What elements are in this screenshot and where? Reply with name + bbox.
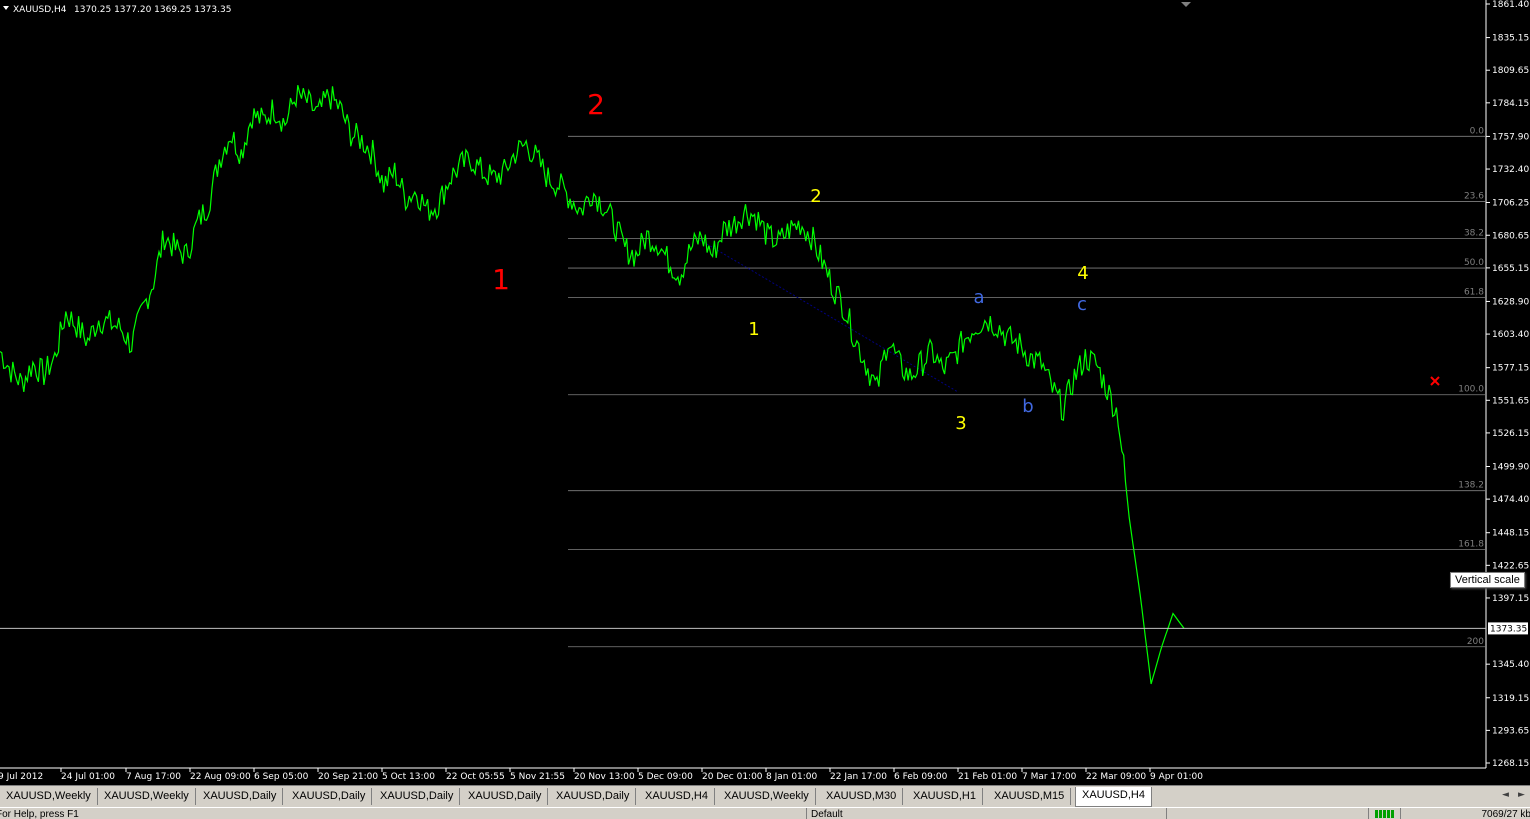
price-tick-label: 1422.65 — [1492, 561, 1529, 571]
time-tick-label: 20 Dec 01:00 — [702, 772, 763, 782]
price-tick-label: 1809.65 — [1492, 66, 1529, 76]
fibonacci-retracement[interactable]: 0.0 23.6 38.2 50.0 61.8 100.0 138.2 161.8 200 — [568, 126, 1486, 648]
trend-line[interactable] — [699, 239, 959, 393]
price-tick-label: 1577.15 — [1492, 364, 1529, 374]
price-tick-label: 1474.40 — [1492, 495, 1529, 505]
price-tick-label: 1732.40 — [1492, 165, 1529, 175]
tab-chart[interactable]: XAUUSD,M30 — [820, 788, 904, 805]
fib-level-label: 161.8 — [1458, 540, 1484, 550]
status-traffic: 7069/27 kb — [1400, 808, 1530, 819]
price-tick-label: 1680.65 — [1492, 231, 1529, 241]
price-tick-label: 1397.15 — [1492, 594, 1529, 604]
wave-label-red[interactable]: 1 — [492, 263, 510, 296]
fib-level-label: 200 — [1467, 637, 1484, 647]
tab-chart[interactable]: XAUUSD,Weekly — [98, 788, 196, 805]
price-tick-label: 1319.15 — [1492, 694, 1529, 704]
price-tick-label: 1293.65 — [1492, 726, 1529, 736]
price-tick-label: 1757.90 — [1492, 132, 1529, 142]
time-tick-label: 21 Feb 01:00 — [958, 772, 1017, 782]
status-profile: Default — [806, 808, 843, 819]
time-tick-label: 6 Sep 05:00 — [254, 772, 309, 782]
wave-label-yellow[interactable]: 1 — [748, 319, 759, 340]
wave-label-yellow[interactable]: 3 — [955, 413, 966, 434]
red-x-icon[interactable] — [1430, 376, 1440, 386]
time-tick-label: 5 Oct 13:00 — [382, 772, 435, 782]
tab-chart[interactable]: XAUUSD,H4 — [639, 788, 715, 805]
time-tick-label: 6 Feb 09:00 — [894, 772, 948, 782]
status-help: For Help, press F1 — [0, 809, 79, 819]
price-tick-label: 1268.15 — [1492, 759, 1529, 769]
arrow-left-icon[interactable]: ◄ — [1502, 790, 1509, 800]
connection-indicator-icon — [1368, 808, 1403, 819]
status-empty — [1166, 808, 1371, 819]
time-tick-label: 20 Nov 13:00 — [574, 772, 635, 782]
tab-chart[interactable]: XAUUSD,M15 — [988, 788, 1072, 805]
price-axis[interactable]: 1861.40 1835.15 1809.65 1784.15 1757.90 1732.… — [1486, 0, 1529, 769]
tab-chart[interactable]: XAUUSD,Daily — [550, 788, 637, 805]
fib-level-label: 38.2 — [1464, 229, 1484, 239]
tab-chart[interactable]: XAUUSD,Daily — [286, 788, 373, 805]
price-tick-label: 1835.15 — [1492, 34, 1529, 44]
price-tick-label: 1628.90 — [1492, 297, 1529, 307]
price-series-line — [0, 85, 1185, 685]
time-tick-label: 22 Mar 09:00 — [1086, 772, 1146, 782]
time-tick-label: 9 Jul 2012 — [0, 772, 43, 782]
price-tick-label: 1448.15 — [1492, 529, 1529, 539]
fib-level-label: 0.0 — [1470, 126, 1485, 136]
tab-chart[interactable]: XAUUSD,Daily — [462, 788, 549, 805]
time-tick-label: 7 Mar 17:00 — [1022, 772, 1077, 782]
price-tick-label: 1526.15 — [1492, 429, 1529, 439]
fib-level-label: 100.0 — [1458, 385, 1484, 395]
wave-label-blue[interactable]: a — [973, 287, 984, 308]
tab-chart[interactable]: XAUUSD,Weekly — [718, 788, 816, 805]
chart-symbol: XAUUSD,H4 — [13, 5, 67, 15]
price-tick-label: 1784.15 — [1492, 99, 1529, 109]
triangle-down-icon[interactable] — [3, 6, 9, 10]
fib-level-label: 23.6 — [1464, 192, 1484, 202]
time-tick-label: 22 Jan 17:00 — [830, 772, 887, 782]
fib-level-label: 138.2 — [1458, 481, 1484, 491]
tab-chart[interactable]: XAUUSD,Daily — [374, 788, 461, 805]
fib-level-label: 50.0 — [1464, 258, 1484, 268]
price-tick-label: 1861.40 — [1492, 0, 1529, 10]
current-price-tag: 1373.35 — [1488, 622, 1528, 635]
price-tick-label: 1345.40 — [1492, 660, 1529, 670]
wave-label-yellow[interactable]: 4 — [1077, 263, 1088, 284]
time-tick-label: 8 Jan 01:00 — [766, 772, 818, 782]
time-tick-label: 5 Dec 09:00 — [638, 772, 693, 782]
wave-label-blue[interactable]: c — [1077, 294, 1087, 315]
tab-chart[interactable]: XAUUSD,H4 — [1075, 787, 1152, 807]
chart-tabs-bar: XAUUSD,Weekly XAUUSD,Weekly XAUUSD,Daily XA… — [0, 785, 1530, 808]
tab-chart[interactable]: XAUUSD,H1 — [907, 788, 983, 805]
time-tick-label: 22 Oct 05:55 — [446, 772, 505, 782]
time-tick-label: 22 Aug 09:00 — [190, 772, 251, 782]
arrow-right-icon[interactable]: ► — [1518, 790, 1525, 800]
price-tick-label: 1499.90 — [1492, 463, 1529, 473]
scroll-shift-marker-icon[interactable] — [1181, 2, 1191, 7]
chart-area[interactable]: XAUUSD,H4 1370.25 1377.20 1369.25 1373.3… — [0, 0, 1530, 785]
fib-level-label: 61.8 — [1464, 287, 1484, 297]
price-tick-label: 1655.15 — [1492, 264, 1529, 274]
time-tick-label: 24 Jul 01:00 — [61, 772, 115, 782]
price-chart[interactable]: XAUUSD,H4 1370.25 1377.20 1369.25 1373.3… — [0, 0, 1530, 785]
time-tick-label: 9 Apr 01:00 — [1150, 772, 1203, 782]
chart-ohlc: 1370.25 1377.20 1369.25 1373.35 — [74, 5, 231, 15]
tab-chart[interactable]: XAUUSD,Weekly — [0, 788, 98, 805]
elliott-wave-labels[interactable]: 2 1 1 2 3 4 a b c — [492, 88, 1089, 434]
time-tick-label: 20 Sep 21:00 — [318, 772, 378, 782]
current-price-value: 1373.35 — [1490, 624, 1527, 634]
price-tick-label: 1603.40 — [1492, 330, 1529, 340]
price-tick-label: 1551.65 — [1492, 396, 1529, 406]
wave-label-red[interactable]: 2 — [587, 88, 605, 121]
wave-label-yellow[interactable]: 2 — [810, 186, 821, 207]
vertical-scale-tooltip: Vertical scale — [1450, 572, 1525, 588]
time-tick-label: 5 Nov 21:55 — [510, 772, 565, 782]
status-bar: For Help, press F1 Default 7069/27 kb — [0, 807, 1530, 819]
time-tick-label: 7 Aug 17:00 — [126, 772, 181, 782]
tab-chart[interactable]: XAUUSD,Daily — [197, 788, 284, 805]
price-tick-label: 1706.25 — [1492, 198, 1529, 208]
time-axis[interactable]: 9 Jul 2012 24 Jul 01:00 7 Aug 17:00 22 Aug … — [0, 768, 1203, 782]
chart-frame — [0, 0, 1487, 769]
wave-label-blue[interactable]: b — [1022, 396, 1033, 417]
